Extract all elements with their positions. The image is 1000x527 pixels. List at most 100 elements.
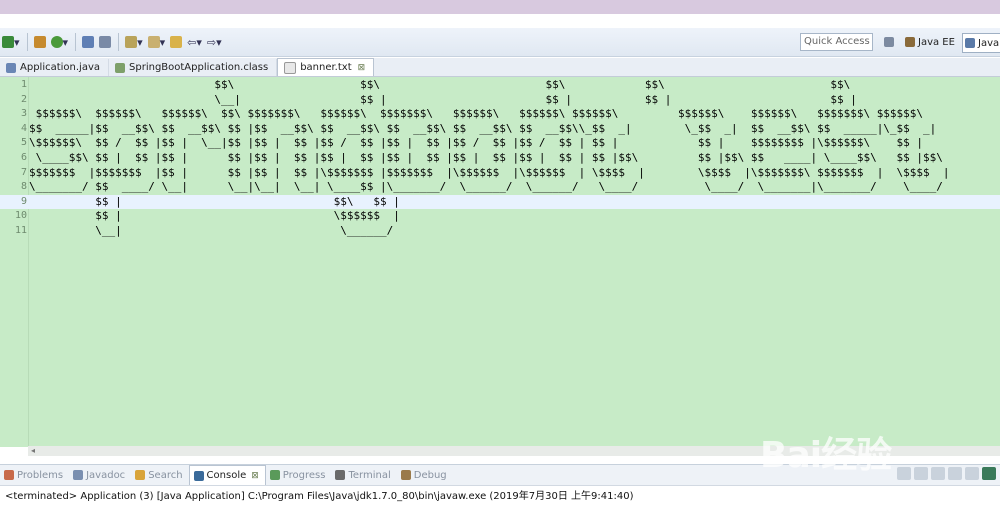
forward-arrow-icon[interactable]: ⇨▾ bbox=[205, 33, 224, 51]
close-tab-icon[interactable]: ⊠ bbox=[358, 63, 366, 73]
tab-debug[interactable]: Debug bbox=[397, 466, 453, 485]
line-number: 10 bbox=[14, 210, 27, 222]
terminate-icon[interactable] bbox=[897, 467, 911, 480]
javadoc-icon bbox=[73, 470, 84, 480]
line-number: 11 bbox=[14, 224, 27, 236]
editor-line[interactable]: 8 \_______/ $$ ____/ \__| \__|\__| \__| \… bbox=[0, 180, 1000, 195]
annotation-icon[interactable]: ▾ bbox=[123, 33, 145, 51]
close-tab-icon[interactable]: ⊠ bbox=[251, 471, 259, 481]
text-editor[interactable]: 1 $$\ $$\ $$\ $$\ $$\ 2 \__| $$ | $$ | $… bbox=[0, 77, 1000, 456]
tab-application-java[interactable]: Application.java bbox=[0, 59, 110, 76]
toolbar-separator bbox=[75, 33, 77, 51]
back-arrow-icon[interactable]: ⇦▾ bbox=[185, 33, 204, 51]
quick-access-field[interactable]: Quick Access bbox=[800, 33, 873, 51]
editor-tab-bar: Application.java SpringBootApplication.c… bbox=[0, 58, 1000, 77]
editor-line[interactable]: 10 $$ | \$$$$$$ | bbox=[0, 209, 1000, 224]
search-icon bbox=[135, 470, 146, 480]
line-text: \_______/ $$ ____/ \__| \__|\__| \__| \_… bbox=[29, 180, 943, 194]
line-text: \__| $$ | $$ | $$ | $$ | bbox=[29, 92, 857, 106]
tab-terminal[interactable]: Terminal bbox=[331, 466, 396, 485]
open-type-icon[interactable] bbox=[80, 33, 96, 51]
tab-label: Terminal bbox=[348, 469, 391, 481]
perspective-label: Java bbox=[978, 37, 1000, 49]
tab-label: Javadoc bbox=[86, 469, 126, 481]
editor-line[interactable]: 7 $$$$$$$ |$$$$$$$ |$$ | $$ |$$ | $$ |\$$… bbox=[0, 166, 1000, 181]
progress-icon bbox=[269, 470, 280, 480]
perspective-label: Java EE bbox=[918, 36, 955, 48]
tab-banner-txt[interactable]: banner.txt ⊠ bbox=[277, 58, 375, 76]
open-perspective-icon bbox=[884, 37, 894, 47]
line-text: $$ _____|$$ __$$\ $$ __$$\ $$ |$$ __$$\ … bbox=[29, 121, 937, 135]
console-icon bbox=[193, 470, 204, 481]
new-wizard-icon[interactable]: ▾ bbox=[0, 33, 22, 51]
tab-label: Console bbox=[206, 470, 247, 481]
line-text: $$\ $$\ $$\ $$\ $$\ bbox=[29, 78, 851, 91]
console-actions bbox=[894, 467, 996, 480]
tab-label: Application.java bbox=[20, 62, 101, 73]
tab-search[interactable]: Search bbox=[131, 466, 188, 485]
last-edit-icon[interactable] bbox=[168, 33, 184, 51]
tab-javadoc[interactable]: Javadoc bbox=[69, 466, 131, 485]
tab-problems[interactable]: Problems bbox=[0, 466, 69, 485]
tab-label: Progress bbox=[282, 469, 326, 481]
line-text: $$ | \$$$$$$ | bbox=[29, 209, 400, 223]
editor-line[interactable]: 3 $$$$$$\ $$$$$$\ $$$$$$\ $$\ $$$$$$$\ $… bbox=[0, 107, 1000, 122]
tab-label: SpringBootApplication.class bbox=[129, 62, 269, 73]
window-title-bar bbox=[0, 0, 1000, 14]
watermark-url: jingyan.baidu.com bbox=[772, 485, 883, 499]
editor-lines: 1 $$\ $$\ $$\ $$\ $$\ 2 \__| $$ | $$ | $… bbox=[0, 78, 1000, 239]
open-perspective-button[interactable] bbox=[884, 33, 897, 51]
line-number: 5 bbox=[20, 137, 27, 149]
text-file-icon bbox=[284, 61, 297, 74]
scroll-left-icon[interactable]: ◂ bbox=[31, 446, 35, 455]
line-number: 4 bbox=[20, 122, 27, 134]
java-perspective-icon bbox=[965, 38, 975, 48]
java-ee-icon bbox=[905, 37, 915, 47]
tab-console[interactable]: Console ⊠ bbox=[188, 465, 266, 485]
pin-console-icon[interactable] bbox=[965, 467, 979, 480]
perspective-java-ee[interactable]: Java EE bbox=[905, 33, 955, 51]
remove-launch-icon[interactable] bbox=[914, 467, 928, 480]
line-number: 6 bbox=[20, 151, 27, 163]
tab-label: Search bbox=[148, 469, 183, 481]
toolbar-separator bbox=[26, 33, 28, 51]
line-text: $$$$$$\ $$$$$$\ $$$$$$\ $$\ $$$$$$$\ $$$… bbox=[29, 107, 924, 121]
line-number: 2 bbox=[20, 93, 27, 105]
tab-progress[interactable]: Progress bbox=[266, 466, 332, 485]
open-console-icon[interactable] bbox=[982, 467, 996, 480]
line-number: 3 bbox=[20, 108, 27, 120]
debug-icon bbox=[400, 470, 411, 480]
line-text: $$$$$$$ |$$$$$$$ |$$ | $$ |$$ | $$ |\$$$… bbox=[29, 165, 950, 179]
editor-line[interactable]: 6 \____$$\ $$ | $$ |$$ | $$ |$$ | $$ |$$… bbox=[0, 151, 1000, 166]
editor-line[interactable]: 5 \$$$$$$\ $$ / $$ |$$ | \__|$$ |$$ | $$ … bbox=[0, 136, 1000, 151]
tab-label: banner.txt bbox=[300, 62, 352, 73]
tab-springbootapplication-class[interactable]: SpringBootApplication.class bbox=[109, 59, 278, 76]
open-task-icon[interactable] bbox=[97, 33, 113, 51]
terminal-icon bbox=[335, 470, 346, 480]
line-number: 9 bbox=[20, 195, 27, 207]
console-status-line: <terminated> Application (3) [Java Appli… bbox=[5, 491, 634, 502]
editor-line[interactable]: 4 $$ _____|$$ __$$\ $$ __$$\ $$ |$$ __$$\… bbox=[0, 122, 1000, 137]
line-text: \____$$\ $$ | $$ |$$ | $$ |$$ | $$ |$$ |… bbox=[29, 150, 943, 164]
horizontal-scrollbar[interactable]: ◂ bbox=[28, 446, 1000, 456]
line-text: \$$$$$$\ $$ / $$ |$$ | \__|$$ |$$ | $$ |… bbox=[29, 136, 924, 150]
clear-console-icon[interactable] bbox=[931, 467, 945, 480]
new-server-icon[interactable] bbox=[32, 33, 48, 51]
tab-label: Problems bbox=[17, 469, 64, 481]
problems-icon bbox=[4, 470, 14, 480]
line-number: 8 bbox=[20, 181, 27, 193]
next-annotation-icon[interactable]: ▾ bbox=[146, 33, 168, 51]
toolbar-separator bbox=[118, 33, 120, 51]
line-text: \__| \______/ bbox=[29, 223, 394, 237]
editor-line[interactable]: 2 \__| $$ | $$ | $$ | $$ | bbox=[0, 93, 1000, 108]
editor-line[interactable]: 1 $$\ $$\ $$\ $$\ $$\ bbox=[0, 78, 1000, 93]
java-file-icon bbox=[6, 62, 16, 73]
run-server-icon[interactable]: ▾ bbox=[49, 33, 71, 51]
editor-line[interactable]: 9 $$ | $$\ $$ | bbox=[0, 194, 1000, 210]
scroll-lock-icon[interactable] bbox=[948, 467, 962, 480]
editor-line[interactable]: 11 \__| \______/ bbox=[0, 224, 1000, 239]
perspective-java[interactable]: Java bbox=[962, 33, 1000, 53]
class-file-icon bbox=[115, 62, 126, 73]
line-text: $$ | $$\ $$ | bbox=[29, 194, 400, 208]
console-tab-bar: Problems Javadoc Search Console ⊠ Progress Ter… bbox=[0, 464, 1000, 486]
